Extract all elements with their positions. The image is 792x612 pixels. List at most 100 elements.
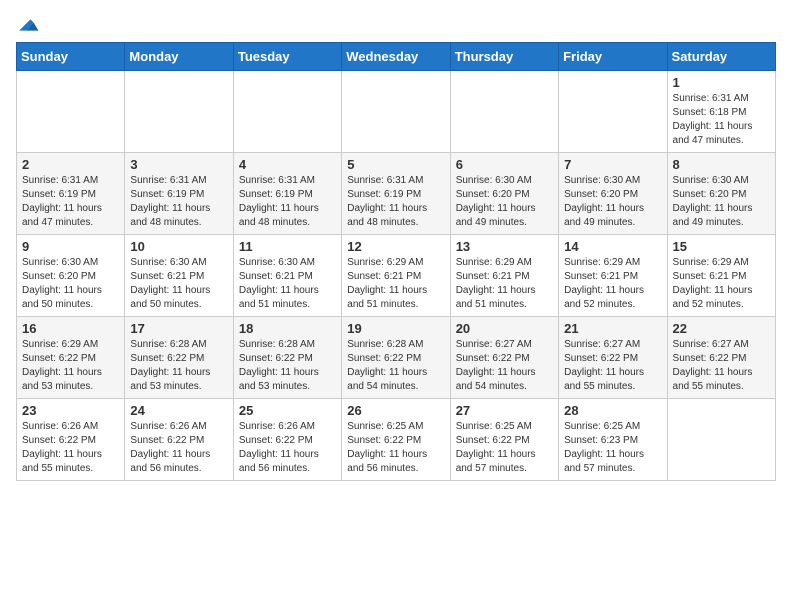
calendar-cell: 10 Sunrise: 6:30 AM Sunset: 6:21 PM Dayli…	[125, 235, 233, 317]
cell-details: Sunrise: 6:30 AM Sunset: 6:21 PM Dayligh…	[239, 256, 336, 312]
cell-details: Sunrise: 6:27 AM Sunset: 6:22 PM Dayligh…	[456, 338, 553, 394]
logo	[16, 16, 44, 34]
day-number: 14	[564, 239, 661, 254]
calendar-cell: 6 Sunrise: 6:30 AM Sunset: 6:20 PM Daylig…	[450, 153, 558, 235]
day-number: 21	[564, 321, 661, 336]
cell-details: Sunrise: 6:30 AM Sunset: 6:20 PM Dayligh…	[22, 256, 119, 312]
cell-details: Sunrise: 6:29 AM Sunset: 6:21 PM Dayligh…	[347, 256, 444, 312]
calendar-cell	[667, 399, 775, 481]
calendar-cell	[233, 71, 341, 153]
cell-details: Sunrise: 6:30 AM Sunset: 6:20 PM Dayligh…	[456, 174, 553, 230]
calendar-cell: 21 Sunrise: 6:27 AM Sunset: 6:22 PM Dayli…	[559, 317, 667, 399]
calendar-cell	[17, 71, 125, 153]
day-number: 17	[130, 321, 227, 336]
day-number: 3	[130, 157, 227, 172]
calendar-cell: 16Sunrise: 6:29 AM Sunset: 6:22 PM Dayli…	[17, 317, 125, 399]
day-number: 24	[130, 403, 227, 418]
day-number: 8	[673, 157, 770, 172]
calendar-cell: 22 Sunrise: 6:27 AM Sunset: 6:22 PM Dayli…	[667, 317, 775, 399]
calendar-day-header: Sunday	[17, 43, 125, 71]
calendar-week-row: 1Sunrise: 6:31 AM Sunset: 6:18 PM Daylig…	[17, 71, 776, 153]
page-header	[16, 16, 776, 34]
calendar-cell: 18 Sunrise: 6:28 AM Sunset: 6:22 PM Dayli…	[233, 317, 341, 399]
cell-details: Sunrise: 6:28 AM Sunset: 6:22 PM Dayligh…	[130, 338, 227, 394]
day-number: 7	[564, 157, 661, 172]
cell-details: Sunrise: 6:25 AM Sunset: 6:23 PM Dayligh…	[564, 420, 661, 476]
cell-details: Sunrise: 6:31 AM Sunset: 6:19 PM Dayligh…	[130, 174, 227, 230]
calendar-cell: 1Sunrise: 6:31 AM Sunset: 6:18 PM Daylig…	[667, 71, 775, 153]
cell-details: Sunrise: 6:28 AM Sunset: 6:22 PM Dayligh…	[347, 338, 444, 394]
calendar-cell: 13 Sunrise: 6:29 AM Sunset: 6:21 PM Dayli…	[450, 235, 558, 317]
day-number: 6	[456, 157, 553, 172]
calendar-week-row: 9 Sunrise: 6:30 AM Sunset: 6:20 PM Daylig…	[17, 235, 776, 317]
calendar-cell	[559, 71, 667, 153]
calendar-day-header: Thursday	[450, 43, 558, 71]
calendar-cell: 15 Sunrise: 6:29 AM Sunset: 6:21 PM Dayli…	[667, 235, 775, 317]
cell-details: Sunrise: 6:30 AM Sunset: 6:21 PM Dayligh…	[130, 256, 227, 312]
day-number: 11	[239, 239, 336, 254]
calendar-day-header: Friday	[559, 43, 667, 71]
cell-details: Sunrise: 6:31 AM Sunset: 6:19 PM Dayligh…	[239, 174, 336, 230]
day-number: 26	[347, 403, 444, 418]
day-number: 16	[22, 321, 119, 336]
calendar-cell: 11 Sunrise: 6:30 AM Sunset: 6:21 PM Dayli…	[233, 235, 341, 317]
calendar-cell: 17 Sunrise: 6:28 AM Sunset: 6:22 PM Dayli…	[125, 317, 233, 399]
calendar-week-row: 16Sunrise: 6:29 AM Sunset: 6:22 PM Dayli…	[17, 317, 776, 399]
calendar-cell: 14 Sunrise: 6:29 AM Sunset: 6:21 PM Dayli…	[559, 235, 667, 317]
cell-details: Sunrise: 6:31 AM Sunset: 6:19 PM Dayligh…	[22, 174, 119, 230]
day-number: 15	[673, 239, 770, 254]
calendar-cell: 20 Sunrise: 6:27 AM Sunset: 6:22 PM Dayli…	[450, 317, 558, 399]
calendar-cell: 25 Sunrise: 6:26 AM Sunset: 6:22 PM Dayli…	[233, 399, 341, 481]
calendar-day-header: Saturday	[667, 43, 775, 71]
day-number: 25	[239, 403, 336, 418]
calendar-cell: 7 Sunrise: 6:30 AM Sunset: 6:20 PM Daylig…	[559, 153, 667, 235]
day-number: 13	[456, 239, 553, 254]
cell-details: Sunrise: 6:29 AM Sunset: 6:21 PM Dayligh…	[564, 256, 661, 312]
cell-details: Sunrise: 6:29 AM Sunset: 6:21 PM Dayligh…	[456, 256, 553, 312]
calendar-cell	[342, 71, 450, 153]
calendar-cell: 26 Sunrise: 6:25 AM Sunset: 6:22 PM Dayli…	[342, 399, 450, 481]
calendar-cell: 5Sunrise: 6:31 AM Sunset: 6:19 PM Daylig…	[342, 153, 450, 235]
calendar-cell: 3 Sunrise: 6:31 AM Sunset: 6:19 PM Daylig…	[125, 153, 233, 235]
calendar-cell: 2 Sunrise: 6:31 AM Sunset: 6:19 PM Daylig…	[17, 153, 125, 235]
cell-details: Sunrise: 6:27 AM Sunset: 6:22 PM Dayligh…	[673, 338, 770, 394]
calendar-cell	[450, 71, 558, 153]
day-number: 22	[673, 321, 770, 336]
day-number: 4	[239, 157, 336, 172]
cell-details: Sunrise: 6:27 AM Sunset: 6:22 PM Dayligh…	[564, 338, 661, 394]
calendar-cell: 28 Sunrise: 6:25 AM Sunset: 6:23 PM Dayli…	[559, 399, 667, 481]
calendar-cell: 9 Sunrise: 6:30 AM Sunset: 6:20 PM Daylig…	[17, 235, 125, 317]
cell-details: Sunrise: 6:25 AM Sunset: 6:22 PM Dayligh…	[456, 420, 553, 476]
cell-details: Sunrise: 6:26 AM Sunset: 6:22 PM Dayligh…	[130, 420, 227, 476]
calendar-cell: 24 Sunrise: 6:26 AM Sunset: 6:22 PM Dayli…	[125, 399, 233, 481]
cell-details: Sunrise: 6:30 AM Sunset: 6:20 PM Dayligh…	[564, 174, 661, 230]
calendar-day-header: Tuesday	[233, 43, 341, 71]
logo-icon	[16, 16, 40, 34]
day-number: 12	[347, 239, 444, 254]
calendar-cell: 12 Sunrise: 6:29 AM Sunset: 6:21 PM Dayli…	[342, 235, 450, 317]
cell-details: Sunrise: 6:25 AM Sunset: 6:22 PM Dayligh…	[347, 420, 444, 476]
calendar-week-row: 2 Sunrise: 6:31 AM Sunset: 6:19 PM Daylig…	[17, 153, 776, 235]
calendar-cell	[125, 71, 233, 153]
calendar-week-row: 23 Sunrise: 6:26 AM Sunset: 6:22 PM Dayli…	[17, 399, 776, 481]
cell-details: Sunrise: 6:28 AM Sunset: 6:22 PM Dayligh…	[239, 338, 336, 394]
day-number: 20	[456, 321, 553, 336]
cell-details: Sunrise: 6:26 AM Sunset: 6:22 PM Dayligh…	[239, 420, 336, 476]
day-number: 23	[22, 403, 119, 418]
day-number: 10	[130, 239, 227, 254]
calendar-header-row: SundayMondayTuesdayWednesdayThursdayFrid…	[17, 43, 776, 71]
cell-details: Sunrise: 6:29 AM Sunset: 6:21 PM Dayligh…	[673, 256, 770, 312]
calendar-cell: 27Sunrise: 6:25 AM Sunset: 6:22 PM Dayli…	[450, 399, 558, 481]
calendar-cell: 19Sunrise: 6:28 AM Sunset: 6:22 PM Dayli…	[342, 317, 450, 399]
day-number: 28	[564, 403, 661, 418]
calendar-day-header: Monday	[125, 43, 233, 71]
calendar-cell: 8 Sunrise: 6:30 AM Sunset: 6:20 PM Daylig…	[667, 153, 775, 235]
cell-details: Sunrise: 6:30 AM Sunset: 6:20 PM Dayligh…	[673, 174, 770, 230]
day-number: 9	[22, 239, 119, 254]
day-number: 2	[22, 157, 119, 172]
calendar-cell: 23Sunrise: 6:26 AM Sunset: 6:22 PM Dayli…	[17, 399, 125, 481]
calendar-table: SundayMondayTuesdayWednesdayThursdayFrid…	[16, 42, 776, 481]
cell-details: Sunrise: 6:31 AM Sunset: 6:19 PM Dayligh…	[347, 174, 444, 230]
cell-details: Sunrise: 6:31 AM Sunset: 6:18 PM Dayligh…	[673, 92, 770, 148]
day-number: 18	[239, 321, 336, 336]
